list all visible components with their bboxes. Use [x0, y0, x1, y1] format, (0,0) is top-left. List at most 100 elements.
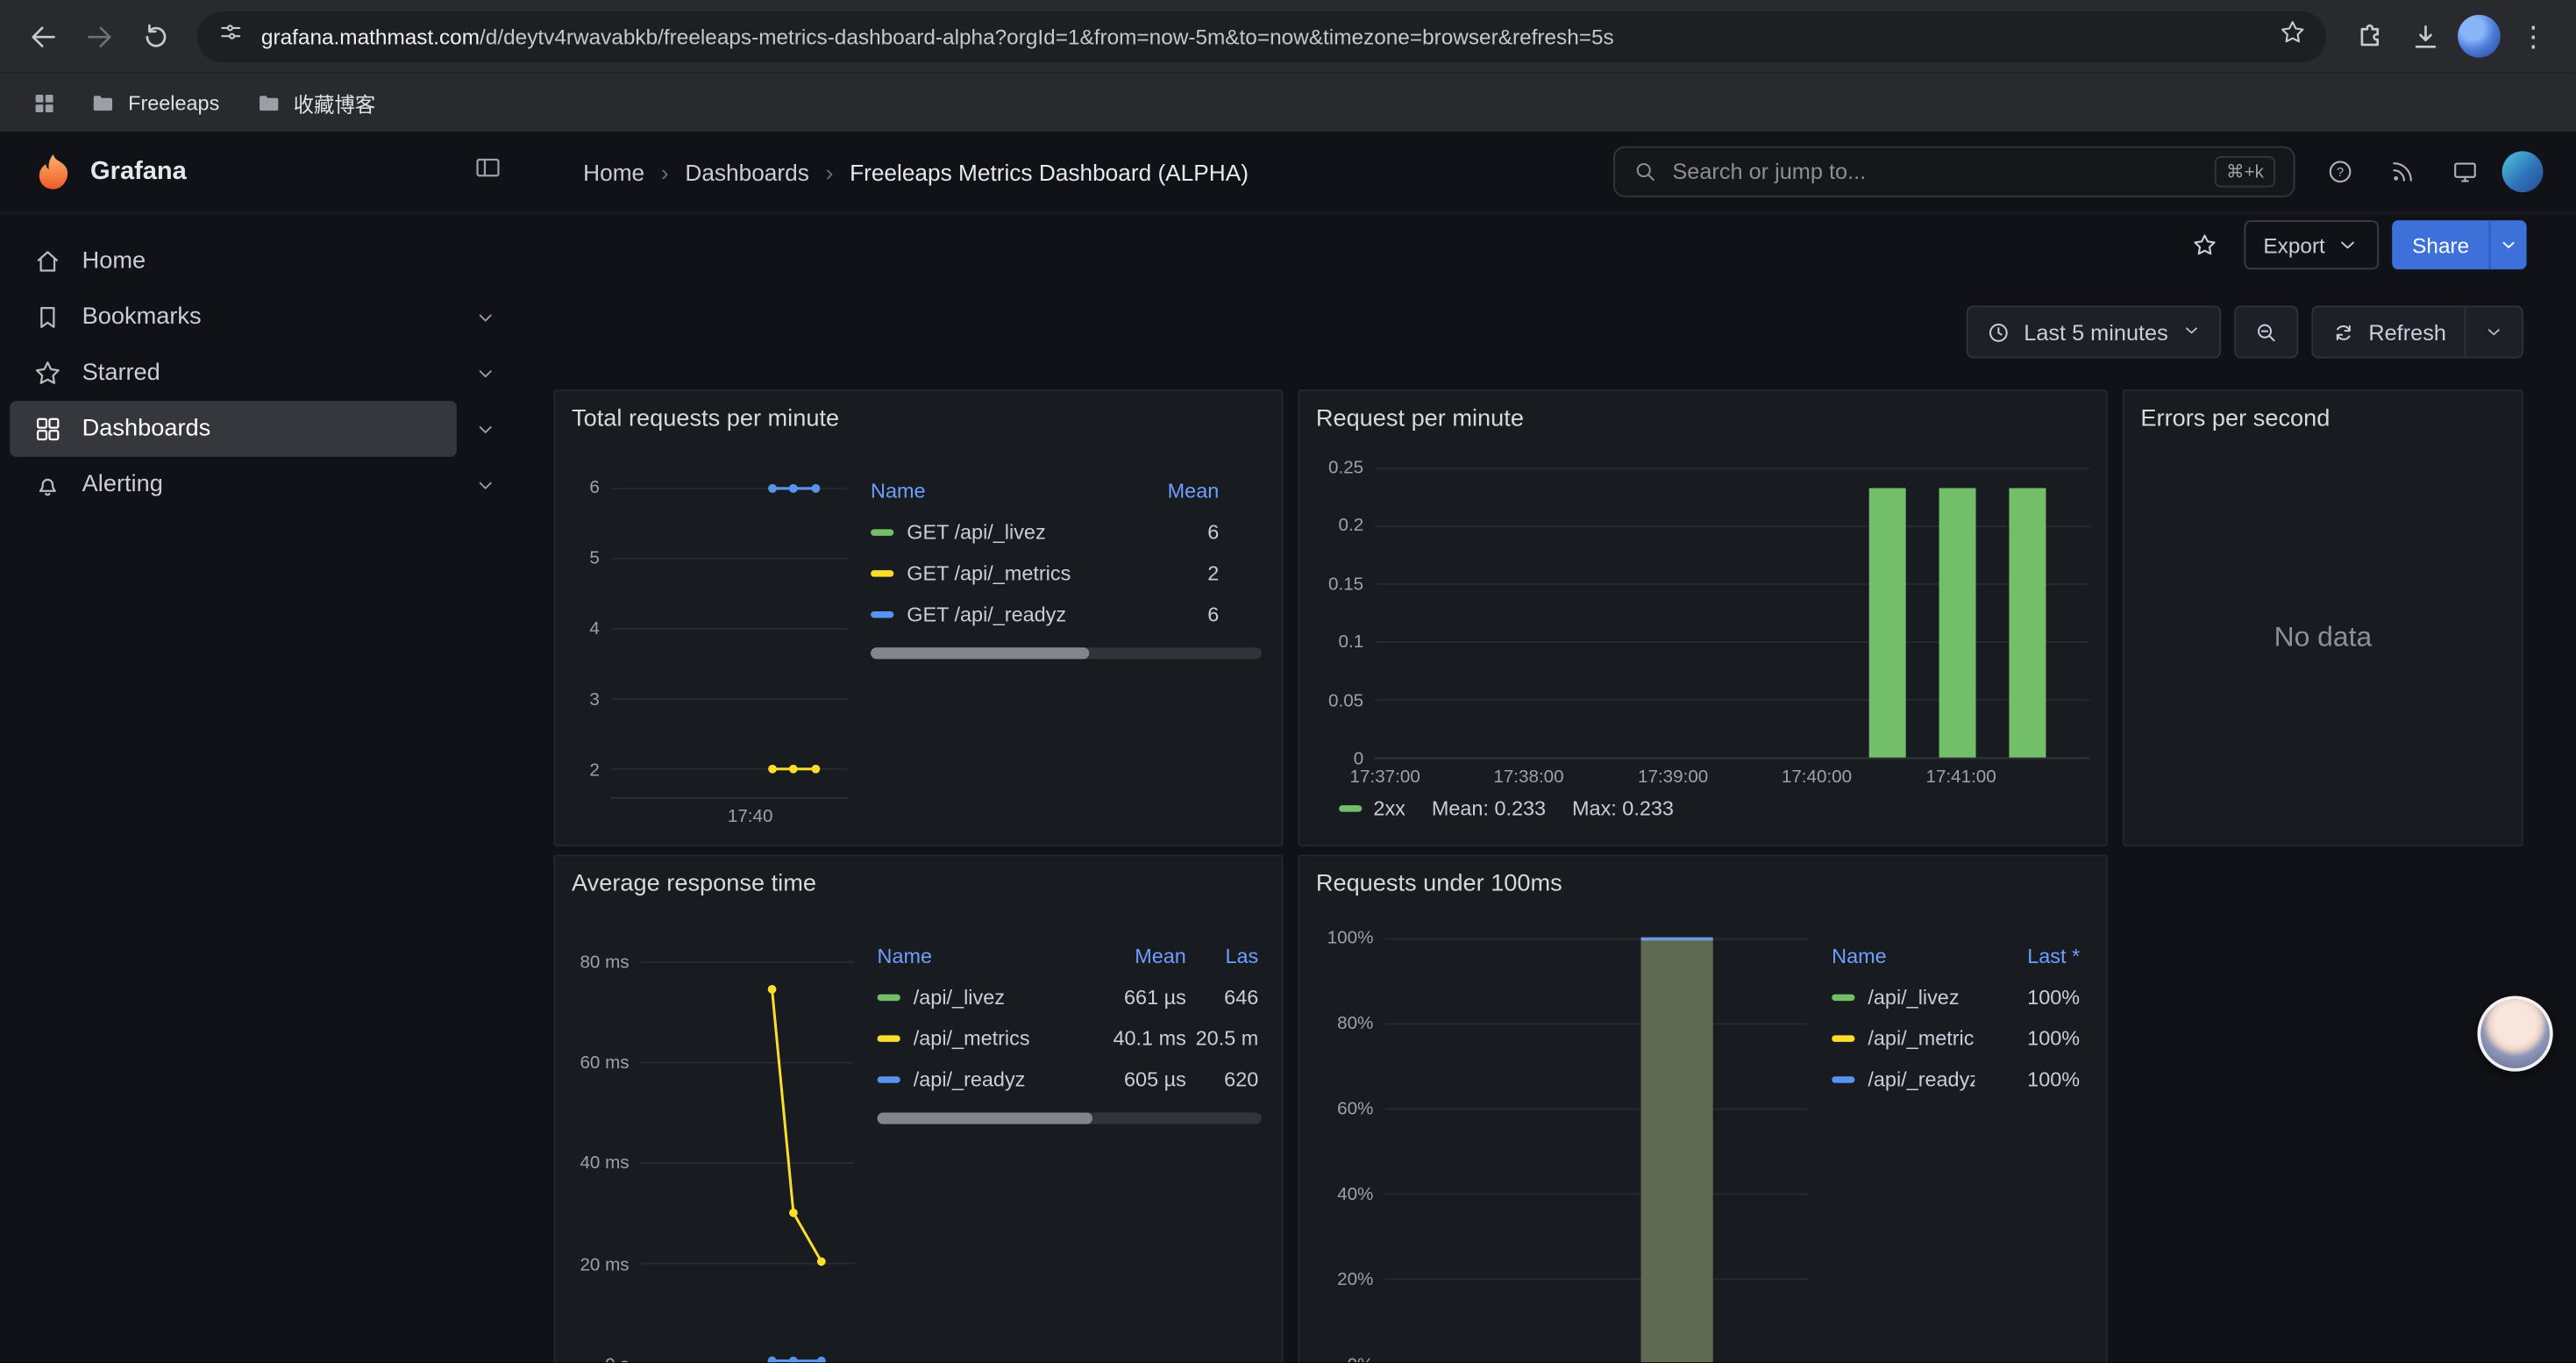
export-button[interactable]: Export: [2244, 220, 2380, 269]
legend-header-name[interactable]: Name: [1832, 944, 1975, 967]
legend-header-mean[interactable]: Mean: [1085, 944, 1186, 967]
legend-header-mean[interactable]: Mean: [1121, 479, 1219, 502]
legend-row[interactable]: /api/_metrics 100%: [1832, 1017, 2086, 1059]
share-menu-button[interactable]: [2489, 220, 2527, 269]
legend-scrollbar[interactable]: [871, 647, 1262, 659]
sidebar-item-bookmarks[interactable]: Bookmarks: [10, 289, 457, 346]
time-range-picker[interactable]: Last 5 minutes: [1967, 306, 2221, 359]
site-settings-icon[interactable]: [217, 18, 245, 54]
panel-title[interactable]: Errors per second: [2124, 391, 2522, 447]
nav-row-starred: Starred: [10, 345, 512, 401]
legend-scrollbar[interactable]: [878, 1112, 1262, 1124]
url-domain: grafana.mathmast.com: [261, 24, 480, 48]
bookmark-item-blogs[interactable]: 收藏博客: [241, 81, 391, 125]
legend-row[interactable]: /api/_readyz 605 µs 620: [878, 1059, 1262, 1100]
legend-row[interactable]: GET /api/_metrics 2: [871, 553, 1262, 594]
reload-button[interactable]: [128, 10, 181, 62]
bookmark-star-button[interactable]: [2279, 18, 2307, 54]
nav-row-bookmarks: Bookmarks: [10, 289, 512, 346]
expand-bookmarks-button[interactable]: [457, 289, 513, 346]
extensions-button[interactable]: [2343, 10, 2395, 62]
apps-button[interactable]: [19, 78, 68, 127]
sidebar: Home Bookmarks Starred: [0, 214, 523, 1363]
legend-row[interactable]: /api/_readyz 100%: [1832, 1059, 2086, 1100]
help-button[interactable]: ?: [2315, 147, 2364, 196]
breadcrumb-dashboards[interactable]: Dashboards: [685, 159, 808, 185]
panel-title[interactable]: Request per minute: [1299, 391, 2106, 447]
legend-header-last[interactable]: Last *: [1975, 944, 2080, 967]
refresh-button[interactable]: Refresh: [2313, 307, 2465, 356]
news-rss-button[interactable]: [2377, 147, 2426, 196]
expand-alerting-button[interactable]: [457, 457, 513, 513]
sidebar-item-dashboards[interactable]: Dashboards: [10, 401, 457, 457]
browser-profile-avatar[interactable]: [2458, 15, 2501, 58]
back-button[interactable]: [17, 10, 69, 62]
legend-row[interactable]: /api/_livez 661 µs 646: [878, 976, 1262, 1017]
expand-dashboards-button[interactable]: [457, 401, 513, 457]
grafana-logo-icon[interactable]: [32, 151, 74, 192]
legend-header: Name Mean Las: [878, 935, 1262, 976]
plot-area[interactable]: [1375, 457, 2089, 760]
plot-area[interactable]: [1385, 922, 1809, 1362]
sidebar-item-home[interactable]: Home: [10, 233, 512, 289]
no-data-message: No data: [2140, 447, 2505, 829]
share-button[interactable]: Share: [2393, 220, 2489, 269]
dashboards-grid-icon: [32, 414, 62, 444]
svg-text:?: ?: [2336, 166, 2343, 180]
legend-row[interactable]: /api/_metrics 40.1 ms 20.5 m: [878, 1017, 1262, 1059]
legend-row[interactable]: /api/_livez 100%: [1832, 976, 2086, 1017]
refresh-interval-button[interactable]: [2466, 307, 2522, 356]
rss-icon: [2387, 158, 2416, 186]
forward-button[interactable]: [72, 10, 125, 62]
home-icon: [32, 246, 62, 276]
download-icon: [2409, 20, 2441, 52]
user-avatar[interactable]: [2502, 151, 2544, 192]
panel-title[interactable]: Average response time: [555, 856, 1281, 912]
y-axis: 0.250.20.150.10.050: [1316, 457, 1375, 760]
sidebar-toggle-button[interactable]: [473, 153, 503, 190]
time-controls: Last 5 minutes Refresh: [1967, 306, 2523, 359]
sidebar-item-starred[interactable]: Starred: [10, 345, 457, 401]
bookmark-icon: [32, 303, 62, 332]
legend-row[interactable]: GET /api/_livez 6: [871, 511, 1262, 553]
browser-menu-button[interactable]: ⋮: [2507, 10, 2559, 62]
assistant-avatar[interactable]: [2478, 995, 2553, 1071]
search-input[interactable]: [1672, 160, 2200, 184]
brand-zone: Grafana: [0, 151, 523, 192]
zoom-out-button[interactable]: [2234, 306, 2298, 359]
legend-header: Name Last *: [1832, 935, 2086, 976]
series-swatch: [1832, 1075, 1854, 1081]
plot-area[interactable]: [641, 922, 855, 1362]
panel-title[interactable]: Total requests per minute: [555, 391, 1281, 447]
expand-starred-button[interactable]: [457, 345, 513, 401]
under-100ms-chart: 100%80%60%40%20%0% 17:40: [1316, 912, 1809, 1362]
header-icons: ?: [2295, 147, 2576, 196]
share-label: Share: [2412, 232, 2469, 257]
legend-item-2xx[interactable]: 2xx: [1339, 797, 1405, 820]
search-box[interactable]: ⌘+k: [1613, 146, 2295, 197]
url-bar[interactable]: grafana.mathmast.com/d/deytv4rwavabkb/fr…: [197, 11, 2326, 61]
bookmark-item-freeleaps[interactable]: Freeleaps: [75, 83, 234, 123]
browser-toolbar: grafana.mathmast.com/d/deytv4rwavabkb/fr…: [0, 0, 2576, 72]
breadcrumb-home[interactable]: Home: [583, 159, 644, 185]
nav-row-dashboards: Dashboards: [10, 401, 512, 457]
legend-header-name[interactable]: Name: [878, 944, 1085, 967]
downloads-button[interactable]: [2399, 10, 2451, 62]
chevron-down-icon: [474, 418, 495, 439]
legend-header-name[interactable]: Name: [871, 479, 1121, 502]
plot-area[interactable]: [611, 457, 848, 799]
panel-errors-per-second: Errors per second No data: [2123, 389, 2523, 846]
sidebar-item-alerting[interactable]: Alerting: [10, 457, 457, 513]
chevron-down-icon: [474, 362, 495, 383]
reload-icon: [139, 20, 170, 52]
sidebar-item-label: Home: [82, 248, 146, 275]
panel-title[interactable]: Requests under 100ms: [1299, 856, 2106, 912]
kiosk-mode-button[interactable]: [2439, 147, 2488, 196]
scrollbar-thumb[interactable]: [878, 1112, 1093, 1124]
dock-panel-icon: [473, 153, 503, 182]
export-label: Export: [2263, 232, 2324, 257]
favorite-dashboard-button[interactable]: [2178, 220, 2231, 269]
scrollbar-thumb[interactable]: [871, 647, 1090, 659]
legend-header-last[interactable]: Las: [1186, 944, 1258, 967]
legend-row[interactable]: GET /api/_readyz 6: [871, 593, 1262, 634]
